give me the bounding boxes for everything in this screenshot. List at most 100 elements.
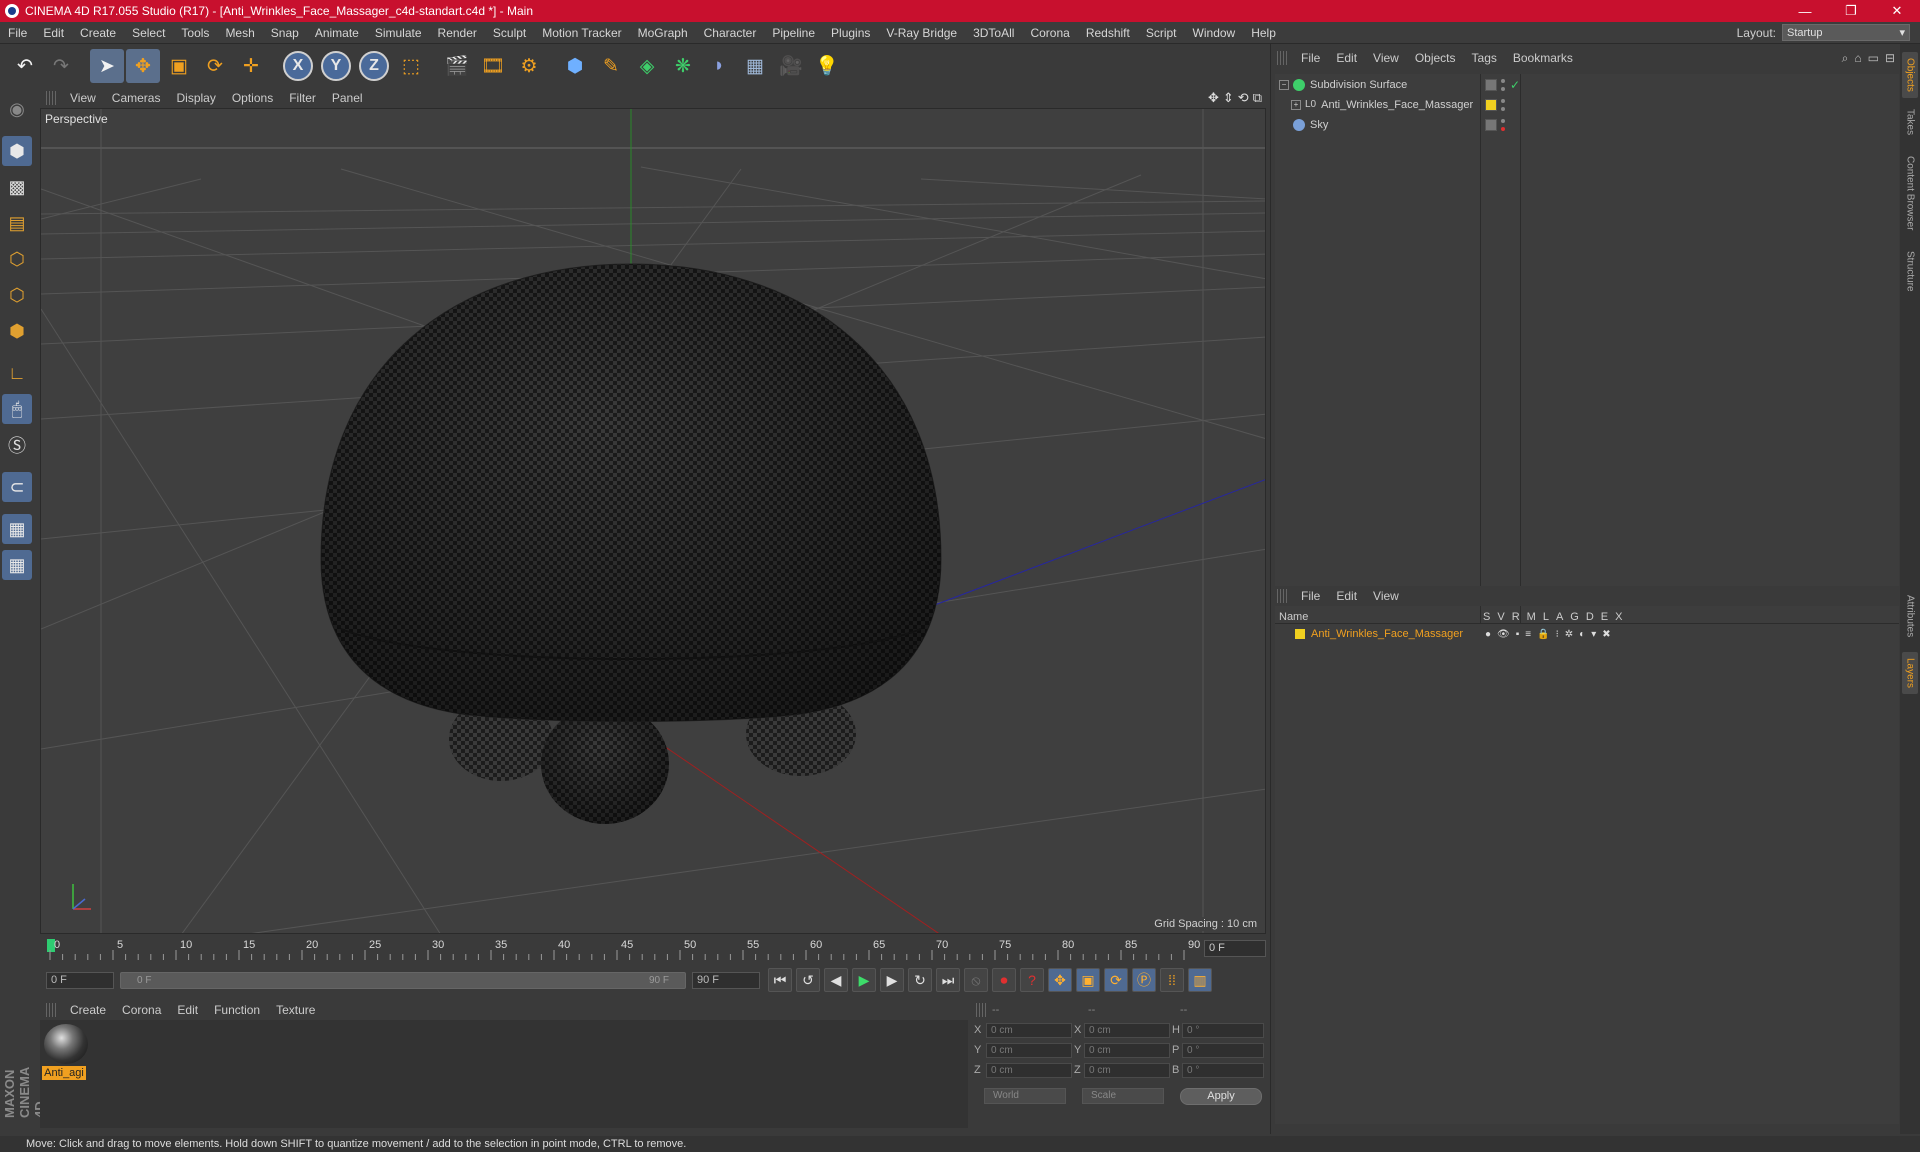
- tab-takes[interactable]: Takes: [1902, 104, 1918, 140]
- timeline-ruler[interactable]: 0 5 10 15 20 25 30 35 40 45 50 55 60 65 70 75 80 85 90 0 F: [40, 936, 1266, 962]
- panel-grip-icon[interactable]: [1277, 51, 1287, 65]
- workplane-lock-icon[interactable]: ▦: [2, 514, 32, 544]
- layer-col-view[interactable]: V: [1497, 611, 1504, 623]
- edges-mode-icon[interactable]: ⬡: [2, 280, 32, 310]
- tweak-mode-icon[interactable]: 🖱: [2, 394, 32, 424]
- menu-snap[interactable]: Snap: [263, 26, 307, 40]
- apply-button[interactable]: Apply: [1180, 1088, 1262, 1105]
- layer-view-icon[interactable]: 👁: [1497, 629, 1510, 640]
- menu-mesh[interactable]: Mesh: [217, 26, 262, 40]
- tab-content-browser[interactable]: Content Browser: [1902, 148, 1918, 238]
- collapse-icon[interactable]: −: [1279, 79, 1289, 90]
- layer-dots-icon[interactable]: [1501, 78, 1506, 91]
- material-menu-edit[interactable]: Edit: [169, 1003, 206, 1017]
- rotation-h-field[interactable]: 0 °: [1182, 1023, 1264, 1038]
- key-position-icon[interactable]: ✥: [1048, 968, 1072, 992]
- menu-help[interactable]: Help: [1243, 26, 1284, 40]
- snap-magnet-icon[interactable]: ⊂: [2, 472, 32, 502]
- polygons-mode-icon[interactable]: ⬢: [2, 316, 32, 346]
- close-button[interactable]: ✕: [1874, 0, 1920, 22]
- model-mode-icon[interactable]: ⬢: [2, 136, 32, 166]
- key-pla-icon[interactable]: ⁞⁞: [1160, 968, 1184, 992]
- object-row-subdivision[interactable]: − Subdivision Surface ✓: [1275, 76, 1899, 93]
- enabled-check-icon[interactable]: ✓: [1510, 78, 1520, 92]
- layer-color-swatch[interactable]: [1295, 629, 1305, 639]
- menu-tools[interactable]: Tools: [173, 26, 217, 40]
- material-menu-function[interactable]: Function: [206, 1003, 268, 1017]
- redo-icon[interactable]: ↷: [44, 49, 78, 83]
- layer-col-solo[interactable]: S: [1483, 611, 1490, 623]
- 3d-viewport[interactable]: Perspective Grid Spacing : 10 cm: [40, 108, 1266, 934]
- object-menu-file[interactable]: File: [1293, 51, 1328, 65]
- workplane-mode-icon[interactable]: ▤: [2, 208, 32, 238]
- end-frame-field[interactable]: 90 F: [692, 972, 760, 989]
- panel-grip-icon[interactable]: [976, 1003, 986, 1017]
- object-row-massager[interactable]: + L0 Anti_Wrinkles_Face_Massager: [1275, 96, 1899, 113]
- layer-name[interactable]: Anti_Wrinkles_Face_Massager: [1311, 628, 1463, 640]
- layer-color-icon[interactable]: [1485, 98, 1497, 111]
- viewport-menu-filter[interactable]: Filter: [281, 91, 324, 105]
- axis-mode-icon[interactable]: ∟: [2, 358, 32, 388]
- x-axis-lock-icon[interactable]: X: [283, 51, 313, 81]
- solo-mode-icon[interactable]: Ⓢ: [2, 430, 32, 460]
- layer-col-locked[interactable]: L: [1543, 611, 1549, 623]
- object-menu-objects[interactable]: Objects: [1407, 51, 1464, 65]
- frame-range-slider[interactable]: 0 F 90 F: [120, 972, 686, 989]
- viewport-menu-options[interactable]: Options: [224, 91, 281, 105]
- render-picture-viewer-icon[interactable]: 🎞: [476, 49, 510, 83]
- visibility-toggle-icon[interactable]: [1485, 118, 1497, 131]
- menu-plugins[interactable]: Plugins: [823, 26, 878, 40]
- menu-vray-bridge[interactable]: V-Ray Bridge: [878, 26, 965, 40]
- coordinate-mode-dropdown[interactable]: World: [984, 1088, 1066, 1104]
- menu-motion-tracker[interactable]: Motion Tracker: [534, 26, 629, 40]
- tab-layers[interactable]: Layers: [1902, 652, 1918, 694]
- layer-menu-view[interactable]: View: [1365, 589, 1407, 603]
- pen-spline-icon[interactable]: ✎: [594, 49, 628, 83]
- layer-solo-icon[interactable]: ●: [1485, 629, 1491, 640]
- search-icon[interactable]: ⌕: [1842, 51, 1849, 66]
- key-scale-icon[interactable]: ▣: [1076, 968, 1100, 992]
- position-y-field[interactable]: 0 cm: [986, 1043, 1072, 1058]
- minimize-button[interactable]: —: [1782, 0, 1828, 22]
- size-x-field[interactable]: 0 cm: [1084, 1023, 1170, 1038]
- viewport-menu-display[interactable]: Display: [168, 91, 223, 105]
- layer-manager-icon[interactable]: ≡: [1525, 629, 1531, 640]
- workplane-rotate-icon[interactable]: ▦: [2, 550, 32, 580]
- layer-col-expressions[interactable]: E: [1601, 611, 1608, 623]
- floor-environment-icon[interactable]: ▦: [738, 49, 772, 83]
- position-z-field[interactable]: 0 cm: [986, 1063, 1072, 1078]
- key-rotation-icon[interactable]: ⟳: [1104, 968, 1128, 992]
- play-icon[interactable]: ▶: [852, 968, 876, 992]
- tab-objects[interactable]: Objects: [1902, 52, 1918, 98]
- points-mode-icon[interactable]: ⬡: [2, 244, 32, 274]
- menu-sculpt[interactable]: Sculpt: [485, 26, 534, 40]
- autokey-icon[interactable]: ⏺: [992, 968, 1016, 992]
- cube-primitive-icon[interactable]: ⬢: [558, 49, 592, 83]
- viewport-menu-cameras[interactable]: Cameras: [104, 91, 169, 105]
- object-row-sky[interactable]: Sky: [1275, 116, 1899, 133]
- menu-select[interactable]: Select: [124, 26, 173, 40]
- material-menu-corona[interactable]: Corona: [114, 1003, 169, 1017]
- menu-redshift[interactable]: Redshift: [1078, 26, 1138, 40]
- z-axis-lock-icon[interactable]: Z: [359, 51, 389, 81]
- panel-grip-icon[interactable]: [46, 91, 56, 105]
- layer-dots-icon[interactable]: [1501, 118, 1506, 131]
- toggle-views-icon[interactable]: ⧉: [1253, 90, 1262, 106]
- recent-tool-icon[interactable]: ✛: [234, 49, 268, 83]
- layer-generator-icon[interactable]: ✲: [1565, 629, 1573, 640]
- lock-panel-icon[interactable]: ⊟: [1885, 51, 1895, 66]
- menu-window[interactable]: Window: [1185, 26, 1244, 40]
- pan-view-icon[interactable]: ✥: [1208, 90, 1219, 106]
- rotation-b-field[interactable]: 0 °: [1182, 1063, 1264, 1078]
- menu-create[interactable]: Create: [72, 26, 124, 40]
- material-menu-texture[interactable]: Texture: [268, 1003, 323, 1017]
- layer-col-render[interactable]: R: [1512, 611, 1520, 623]
- deformer-icon[interactable]: ◗: [702, 49, 736, 83]
- layer-deformer-icon[interactable]: ◐: [1579, 629, 1585, 640]
- next-key-icon[interactable]: ↻: [908, 968, 932, 992]
- viewport-menu-view[interactable]: View: [62, 91, 104, 105]
- menu-edit[interactable]: Edit: [35, 26, 72, 40]
- key-param-icon[interactable]: Ⓟ: [1132, 968, 1156, 992]
- make-editable-icon[interactable]: ◉: [2, 94, 32, 124]
- tab-attributes[interactable]: Attributes: [1902, 586, 1918, 646]
